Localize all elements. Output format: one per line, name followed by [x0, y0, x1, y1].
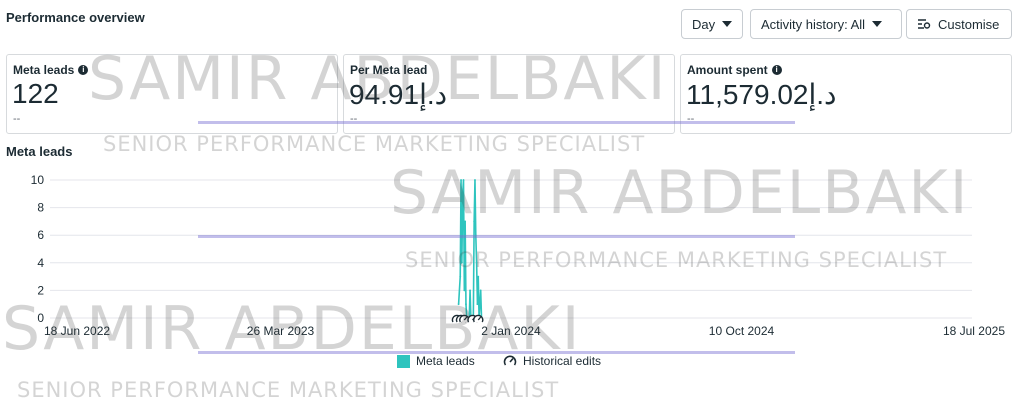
metric-label-row: Meta leads i — [13, 63, 89, 77]
x-axis-labels: 18 Jun 2022 26 Mar 2023 2 Jan 2024 10 Oct 2… — [44, 324, 1005, 338]
data-point — [460, 261, 463, 264]
customise-label: Customise — [938, 16, 1000, 32]
meta-leads-chart[interactable]: 0 2 4 6 8 10 18 Jun 2022 26 Mar 2023 2 Jan 2024… — [0, 168, 1015, 348]
metric-label: Per Meta lead — [350, 63, 428, 77]
data-point — [477, 275, 480, 278]
activity-history-dropdown[interactable]: Activity history: All — [750, 9, 902, 39]
page-title: Performance overview — [6, 10, 145, 25]
data-point — [475, 261, 478, 264]
data-point — [478, 303, 481, 306]
metric-label: Amount spent — [687, 63, 768, 77]
watermark-tagline: SENIOR PERFORMANCE MARKETING SPECIALIST — [103, 132, 646, 156]
x-tick-label: 10 Oct 2024 — [709, 324, 775, 338]
x-tick-label: 18 Jun 2022 — [44, 324, 110, 338]
legend-item-meta-leads[interactable]: Meta leads — [397, 354, 475, 368]
data-point — [473, 220, 476, 223]
watermark-line — [198, 351, 795, 354]
data-point — [463, 289, 466, 292]
day-dropdown-label: Day — [692, 16, 716, 32]
customise-icon — [918, 19, 931, 29]
data-point — [476, 303, 479, 306]
y-tick-label: 8 — [37, 201, 44, 215]
customise-button[interactable]: Customise — [906, 9, 1012, 39]
chart-grid — [50, 179, 972, 319]
legend-label: Historical edits — [523, 354, 602, 368]
data-point — [459, 275, 462, 278]
legend-label: Meta leads — [416, 354, 475, 368]
data-point — [474, 179, 476, 181]
metric-value: 11,579.02د.إ — [686, 79, 837, 110]
activity-history-label: Activity history: All — [761, 16, 866, 32]
metric-label: Meta leads — [13, 63, 75, 77]
y-tick-label: 10 — [31, 173, 45, 187]
x-tick-label: 2 Jan 2024 — [481, 324, 541, 338]
info-icon[interactable]: i — [78, 65, 89, 75]
legend-swatch — [397, 354, 410, 368]
gauge-icon — [473, 314, 484, 323]
watermark-line — [198, 235, 795, 238]
series-line — [457, 179, 483, 319]
watermark-line — [198, 121, 795, 124]
data-point — [462, 179, 465, 181]
metric-label-row: Amount spent i — [687, 63, 782, 77]
metric-value: 94.91د.إ — [349, 79, 448, 110]
data-point — [469, 289, 471, 292]
data-point — [464, 220, 467, 223]
data-point — [457, 303, 460, 306]
legend-item-historical-edits[interactable]: Historical edits — [503, 354, 601, 368]
caret-down-icon — [722, 21, 733, 27]
y-tick-label: 6 — [37, 228, 44, 242]
historical-edit-markers — [451, 314, 484, 323]
data-point — [460, 179, 462, 181]
info-icon[interactable]: i — [771, 65, 782, 75]
metric-label-row: Per Meta lead — [350, 63, 427, 77]
y-tick-label: 4 — [37, 256, 44, 270]
data-point — [479, 289, 482, 292]
chart-title: Meta leads — [6, 144, 73, 159]
y-tick-label: 2 — [37, 283, 44, 297]
x-tick-label: 26 Mar 2023 — [247, 324, 315, 338]
data-point — [465, 303, 467, 306]
series-meta-leads — [457, 179, 483, 319]
day-dropdown[interactable]: Day — [681, 9, 743, 39]
historical-edit-marker — [473, 314, 484, 323]
gauge-icon — [503, 355, 517, 366]
watermark-tagline: SENIOR PERFORMANCE MARKETING SPECIALIST — [17, 378, 560, 402]
metric-value: 122 — [12, 78, 59, 109]
metric-comparison: -- — [13, 113, 21, 125]
x-tick-label: 18 Jul 2025 — [943, 324, 1005, 338]
y-tick-label: 0 — [37, 311, 44, 325]
data-point — [461, 192, 464, 195]
caret-down-icon — [872, 21, 883, 27]
y-axis-labels: 0 2 4 6 8 10 — [31, 173, 45, 325]
